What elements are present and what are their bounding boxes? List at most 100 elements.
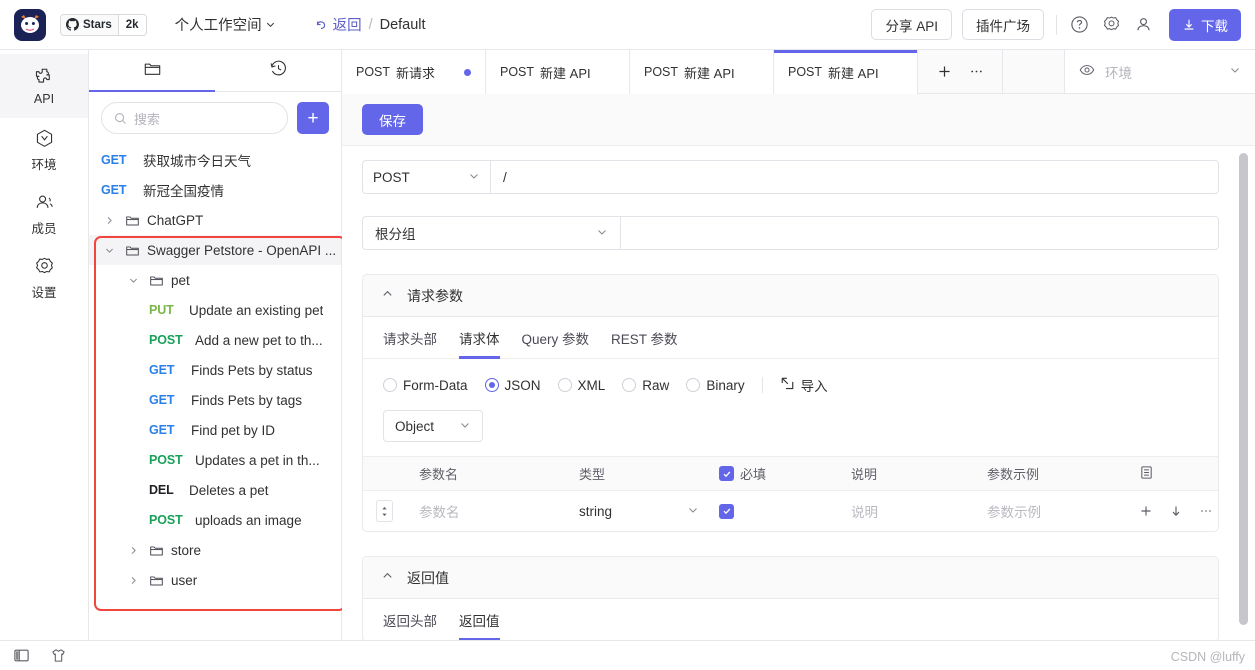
tree-api-row[interactable]: DELDeletes a pet: [89, 475, 341, 505]
editor-tab[interactable]: POST新请求: [342, 50, 486, 94]
param-type-select[interactable]: string: [575, 504, 715, 519]
tree-folder-row[interactable]: Swagger Petstore - OpenAPI ...: [89, 235, 341, 265]
radio-dot: [622, 378, 636, 392]
tree-tab-history[interactable]: [215, 50, 341, 91]
eye-icon: [1079, 62, 1095, 81]
tab-response-headers[interactable]: 返回头部: [383, 599, 437, 641]
radio-raw[interactable]: Raw: [622, 378, 669, 393]
list-view-icon[interactable]: [1139, 465, 1154, 483]
chevron-right-icon[interactable]: [101, 215, 117, 226]
tree-api-row[interactable]: GET获取城市今日天气: [89, 145, 341, 175]
plus-icon[interactable]: [930, 58, 958, 86]
group-select[interactable]: 根分组: [362, 216, 620, 250]
import-label: 导入: [801, 375, 828, 395]
tab-method: POST: [644, 65, 678, 79]
editor-tab[interactable]: POST新建 API: [630, 50, 774, 94]
radio-json[interactable]: JSON: [485, 378, 541, 393]
tree-folder-row[interactable]: ChatGPT: [89, 205, 341, 235]
tree-folder-row[interactable]: pet: [89, 265, 341, 295]
chevron-right-icon[interactable]: [125, 545, 141, 556]
rail-item-members[interactable]: 成员: [0, 182, 88, 246]
tree-api-label: Update an existing pet: [189, 303, 323, 318]
tabbar-spacer: [1003, 50, 1065, 93]
tree-api-row[interactable]: POSTUpdates a pet in th...: [89, 445, 341, 475]
tree-api-label: Updates a pet in th...: [195, 453, 320, 468]
drag-handle-icon[interactable]: [376, 500, 393, 522]
http-method-badge: PUT: [149, 303, 181, 317]
tab-response-body[interactable]: 返回值: [459, 599, 500, 641]
radio-form-data[interactable]: Form-Data: [383, 378, 468, 393]
editor-tab[interactable]: POST新建 API: [774, 50, 918, 94]
workspace-selector[interactable]: 个人工作空间: [175, 14, 276, 35]
radio-binary[interactable]: Binary: [686, 378, 744, 393]
share-api-button[interactable]: 分享 API: [871, 9, 952, 40]
vertical-scrollbar[interactable]: [1239, 153, 1248, 625]
col-example: 参数示例: [983, 464, 1133, 483]
import-icon: [780, 376, 795, 394]
request-params-header[interactable]: 请求参数: [363, 275, 1218, 317]
response-panel-header[interactable]: 返回值: [363, 557, 1218, 599]
group-row: 根分组: [362, 216, 1219, 250]
param-example-input[interactable]: 参数示例: [983, 501, 1133, 521]
param-name-input[interactable]: 参数名: [405, 501, 575, 521]
rail-item-environment[interactable]: 环境: [0, 118, 88, 182]
plugin-market-button[interactable]: 插件广场: [962, 9, 1044, 40]
user-icon[interactable]: [1127, 9, 1159, 41]
params-table: 参数名 类型 必填 说明 参数示例: [363, 456, 1218, 531]
param-desc-input[interactable]: 说明: [847, 501, 983, 521]
url-input[interactable]: /: [490, 160, 1219, 194]
tab-rest-params[interactable]: REST 参数: [611, 317, 678, 359]
github-stars-badge[interactable]: Stars 2k: [60, 14, 147, 36]
back-button[interactable]: 返回: [314, 14, 362, 35]
ellipsis-icon[interactable]: [1199, 504, 1213, 518]
api-tree-list: GET获取城市今日天气GET新冠全国疫情ChatGPTSwagger Petst…: [89, 143, 341, 595]
chevron-right-icon[interactable]: [125, 575, 141, 586]
search-input[interactable]: 搜索: [101, 102, 288, 134]
tree-api-row[interactable]: GETFinds Pets by tags: [89, 385, 341, 415]
add-api-button[interactable]: +: [297, 102, 329, 134]
tab-request-headers[interactable]: 请求头部: [383, 317, 437, 359]
editor-tab[interactable]: POST新建 API: [486, 50, 630, 94]
tree-tab-folder[interactable]: [89, 50, 215, 91]
tree-api-row[interactable]: POSTuploads an image: [89, 505, 341, 535]
tab-request-body[interactable]: 请求体: [459, 317, 500, 359]
tree-api-row[interactable]: GETFinds Pets by status: [89, 355, 341, 385]
tree-api-row[interactable]: POSTAdd a new pet to th...: [89, 325, 341, 355]
api-name-input[interactable]: [620, 216, 1219, 250]
panel-toggle-icon[interactable]: [13, 647, 30, 664]
rail-item-settings[interactable]: 设置: [0, 246, 88, 310]
tree-api-row[interactable]: GET新冠全国疫情: [89, 175, 341, 205]
required-header-checkbox[interactable]: [719, 466, 734, 481]
param-required-checkbox[interactable]: [719, 504, 734, 519]
tree-folder-label: ChatGPT: [147, 213, 203, 228]
tree-folder-row[interactable]: user: [89, 565, 341, 595]
tree-api-label: 获取城市今日天气: [143, 150, 251, 170]
question-circle-icon[interactable]: [1063, 9, 1095, 41]
plus-icon[interactable]: [1139, 504, 1153, 518]
http-method-select[interactable]: POST: [362, 160, 490, 194]
save-button[interactable]: 保存: [362, 104, 423, 135]
gear-icon[interactable]: [1095, 9, 1127, 41]
rail-item-api[interactable]: API: [0, 54, 88, 118]
download-button[interactable]: 下载: [1169, 9, 1241, 41]
radio-xml[interactable]: XML: [558, 378, 606, 393]
tree-api-row[interactable]: PUT Update an existing pet: [89, 295, 341, 325]
unsaved-dot-indicator: [464, 69, 471, 76]
tree-api-row[interactable]: GETFind pet by ID: [89, 415, 341, 445]
http-method-badge: GET: [149, 393, 183, 407]
import-button[interactable]: 导入: [780, 375, 828, 395]
arrow-down-icon[interactable]: [1169, 504, 1183, 518]
url-row: POST /: [362, 160, 1219, 194]
github-icon: [66, 18, 79, 31]
chevron-down-icon[interactable]: [101, 245, 117, 256]
root-type-select[interactable]: Object: [383, 410, 483, 442]
chevron-down-icon[interactable]: [125, 275, 141, 286]
environment-icon: [34, 128, 55, 149]
tree-folder-row[interactable]: store: [89, 535, 341, 565]
tab-query-params[interactable]: Query 参数: [522, 317, 590, 359]
shirt-icon[interactable]: [50, 647, 67, 664]
radio-dot: [686, 378, 700, 392]
environment-selector[interactable]: 环境: [1065, 50, 1255, 93]
ellipsis-icon[interactable]: [962, 58, 990, 86]
cat-logo-icon[interactable]: [14, 9, 46, 41]
